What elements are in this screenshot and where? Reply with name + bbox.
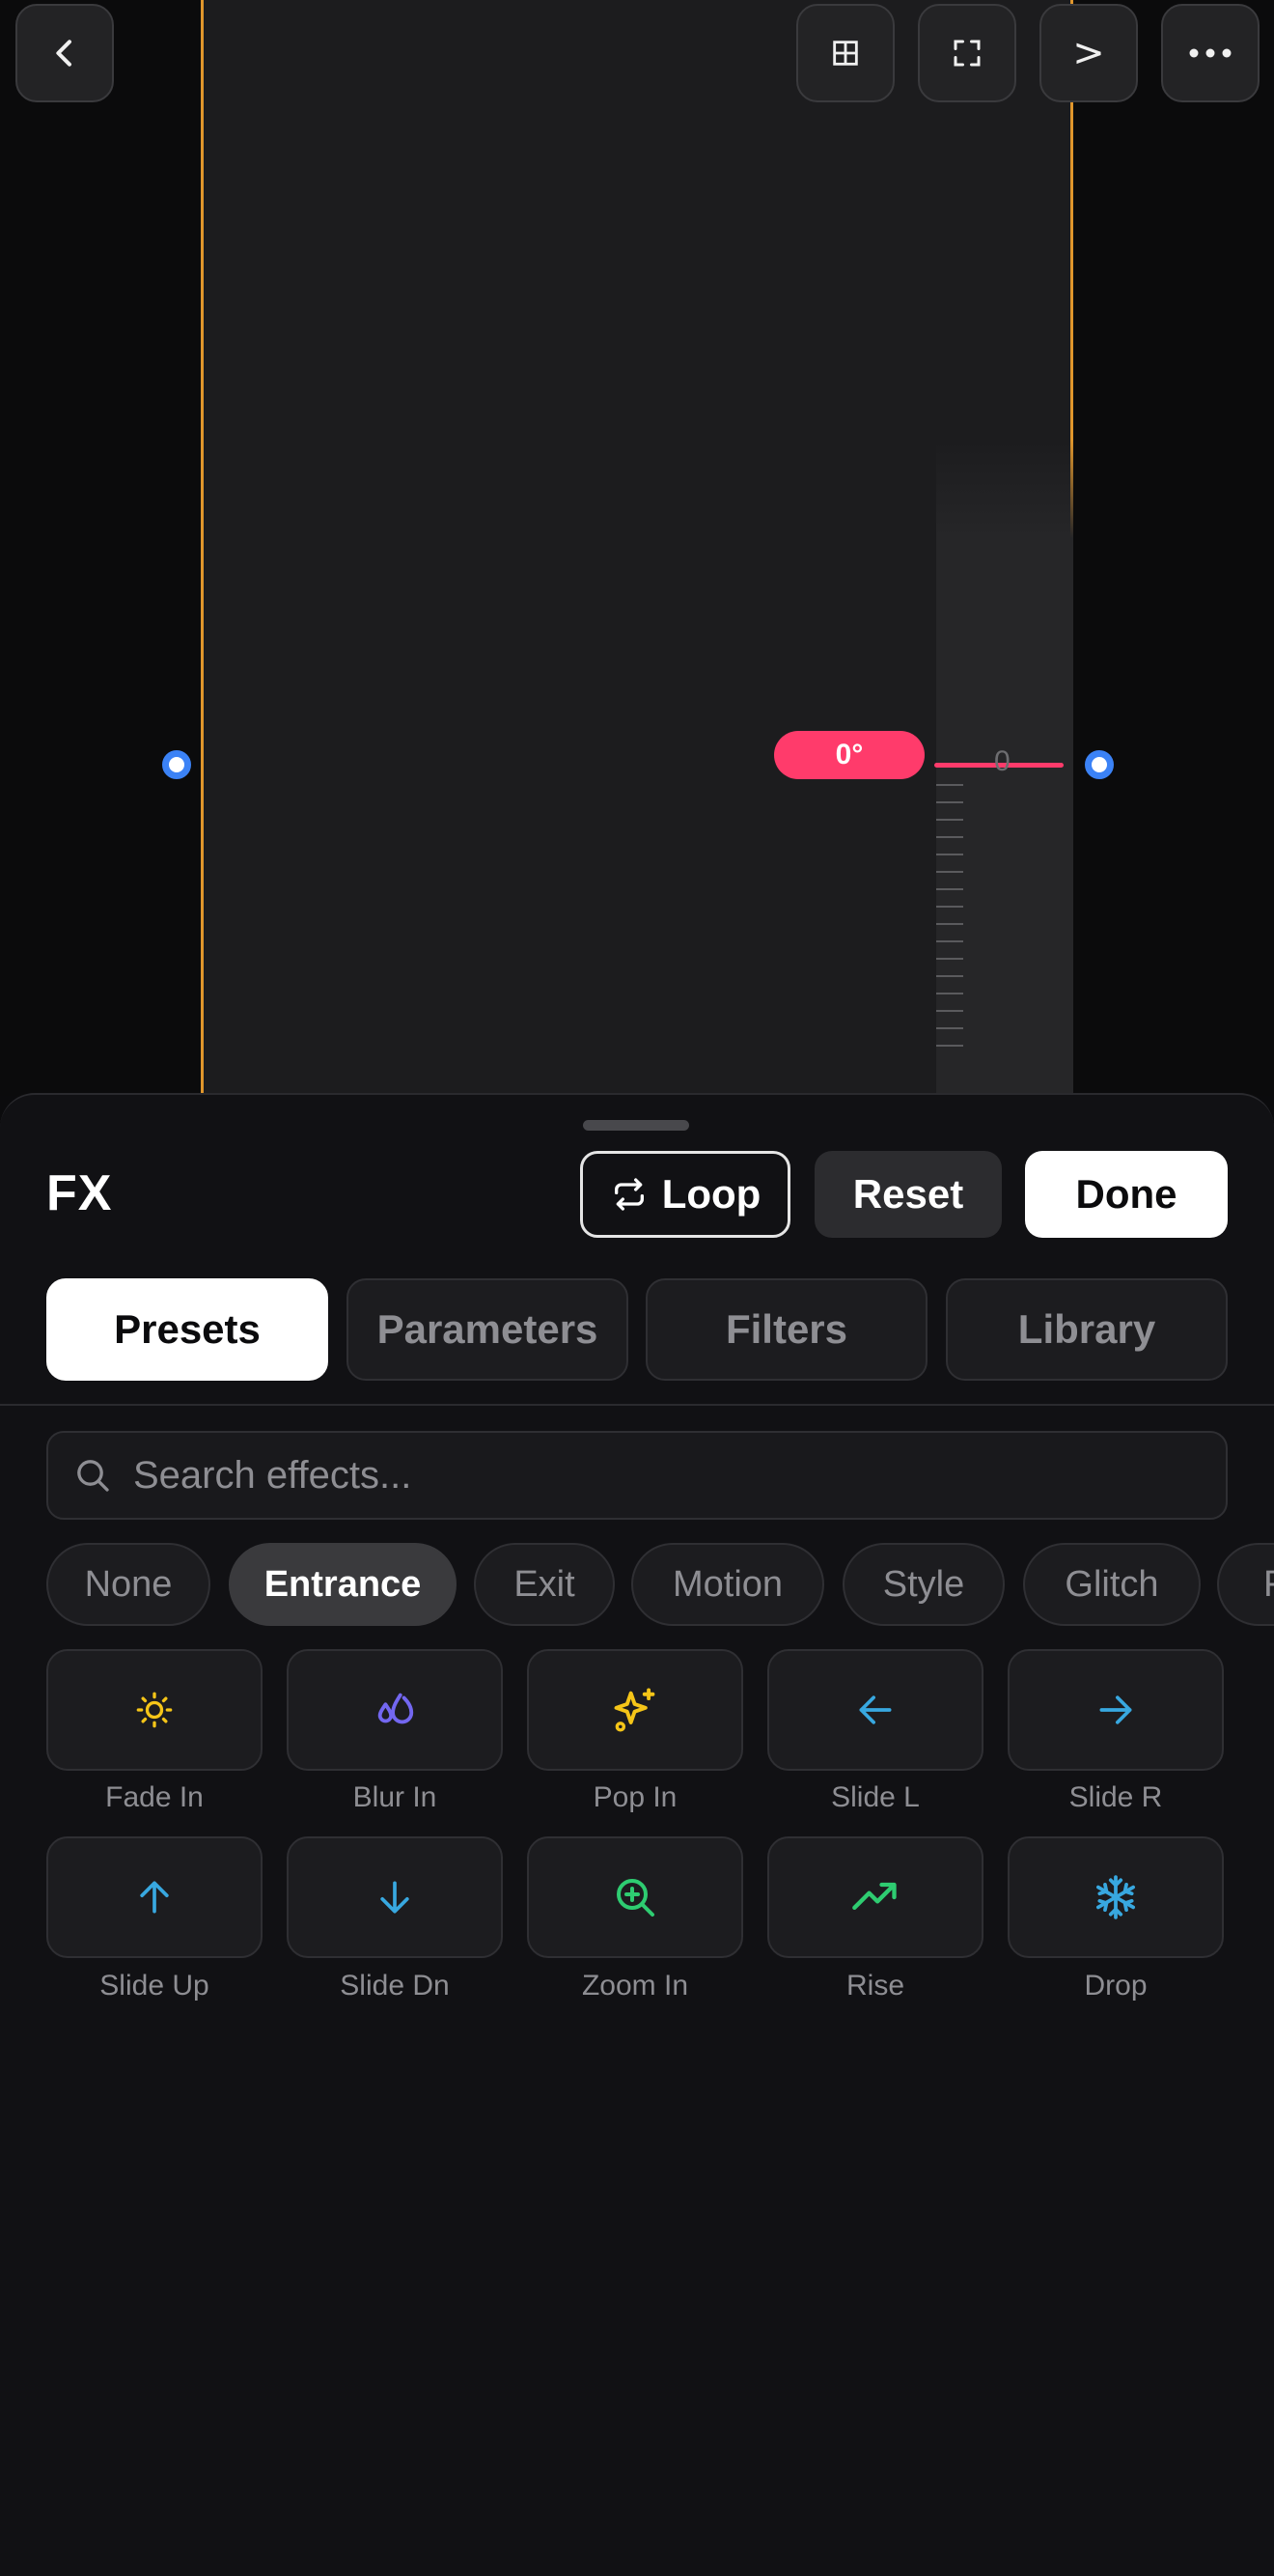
effect-label: Rise: [845, 1970, 904, 2002]
droplets-icon: [377, 1693, 414, 1724]
sun-icon: [136, 1692, 173, 1728]
ruler-tick: [936, 975, 963, 977]
effect-label: Drop: [1084, 1970, 1148, 2002]
ruler-tick: [936, 888, 963, 890]
zoom-in-icon: [617, 1879, 654, 1917]
effect-label: Slide R: [1068, 1781, 1163, 1813]
chip-style[interactable]: Style: [843, 1543, 1005, 1626]
fx-tabs: Presets Parameters Filters Library: [46, 1278, 1228, 1381]
ruler-zero-label: 0: [994, 745, 1011, 777]
loop-label: Loop: [661, 1171, 762, 1217]
done-button[interactable]: Done: [1025, 1151, 1228, 1238]
right-resize-handle[interactable]: [1085, 750, 1114, 779]
ruler-tick: [936, 923, 963, 925]
tab-parameters[interactable]: Parameters: [346, 1278, 628, 1381]
tab-library[interactable]: Library: [946, 1278, 1228, 1381]
effect-label: Slide L: [831, 1781, 920, 1813]
ruler-tick: [936, 906, 963, 908]
ruler-tick: [936, 784, 963, 786]
reset-button[interactable]: Reset: [815, 1151, 1002, 1238]
effect-label: Slide Dn: [340, 1970, 450, 2002]
sheet-grabber[interactable]: [583, 1120, 689, 1131]
tab-filters[interactable]: Filters: [646, 1278, 928, 1381]
effect-label: Fade In: [105, 1781, 204, 1813]
effect-slide-up[interactable]: [46, 1836, 263, 1958]
preview-canvas[interactable]: 0 0° >: [0, 0, 1274, 1096]
tab-presets[interactable]: Presets: [46, 1278, 328, 1381]
ruler-tick: [936, 1010, 963, 1012]
effect-label: Slide Up: [99, 1970, 209, 2002]
left-resize-handle[interactable]: [162, 750, 191, 779]
ruler-tick: [936, 1045, 963, 1047]
chevron-left-icon: [56, 40, 71, 67]
ruler-tick: [936, 801, 963, 803]
ruler-tick: [936, 871, 963, 873]
effect-label: Zoom In: [581, 1970, 689, 2002]
ruler-tick: [936, 1027, 963, 1029]
search-icon: [77, 1460, 109, 1492]
trending-up-icon: [852, 1882, 897, 1910]
grid-icon: [833, 41, 858, 66]
loop-button[interactable]: Loop: [580, 1151, 790, 1238]
fx-bottom-sheet: FX Loop Reset Done Presets Parameters Fi…: [0, 1093, 1274, 2576]
fullscreen-button[interactable]: [918, 4, 1016, 102]
sheet-title: FX: [46, 1165, 113, 1221]
ruler-tick: [936, 819, 963, 821]
effect-slide-r[interactable]: [1008, 1649, 1224, 1771]
next-label: >: [1072, 31, 1105, 75]
arrow-up-icon: [140, 1881, 169, 1914]
fullscreen-icon: [954, 40, 981, 67]
more-button[interactable]: [1161, 4, 1260, 102]
ruler-tick: [936, 836, 963, 838]
arrow-down-icon: [380, 1881, 409, 1914]
ruler-tick: [936, 958, 963, 960]
chip-glitch[interactable]: Glitch: [1023, 1543, 1201, 1626]
rotation-angle-badge: 0°: [774, 731, 925, 779]
category-chips: None Entrance Exit Motion Style Glitch F: [46, 1543, 1274, 1626]
arrow-left-icon: [859, 1695, 892, 1724]
effect-zoom-in[interactable]: [527, 1836, 743, 1958]
sparkles-icon: [614, 1688, 655, 1732]
chip-none[interactable]: None: [46, 1543, 210, 1626]
snowflake-icon: [1095, 1875, 1136, 1919]
divider: [0, 1404, 1274, 1406]
chip-f[interactable]: F: [1217, 1543, 1274, 1626]
arrow-right-icon: [1099, 1695, 1132, 1724]
effect-rise[interactable]: [767, 1836, 983, 1958]
search-placeholder: Search effects...: [133, 1453, 412, 1497]
ruler-tick: [936, 993, 963, 994]
effect-label: Pop In: [593, 1781, 678, 1813]
chip-motion[interactable]: Motion: [631, 1543, 824, 1626]
next-button[interactable]: >: [1039, 4, 1138, 102]
ruler-tick: [936, 854, 963, 855]
ruler-tick: [936, 940, 963, 942]
chip-exit[interactable]: Exit: [474, 1543, 615, 1626]
effect-slide-dn[interactable]: [287, 1836, 503, 1958]
effect-fade-in[interactable]: [46, 1649, 263, 1771]
search-input[interactable]: Search effects...: [46, 1431, 1228, 1520]
effect-drop[interactable]: [1008, 1836, 1224, 1958]
effect-slide-l[interactable]: [767, 1649, 983, 1771]
repeat-icon: [614, 1178, 644, 1211]
effect-pop-in[interactable]: [527, 1649, 743, 1771]
more-horizontal-icon: [1189, 48, 1232, 58]
effect-label: Blur In: [352, 1781, 437, 1813]
effect-blur-in[interactable]: [287, 1649, 503, 1771]
chip-entrance[interactable]: Entrance: [229, 1543, 457, 1626]
back-button[interactable]: [15, 4, 114, 102]
grid-button[interactable]: [796, 4, 895, 102]
